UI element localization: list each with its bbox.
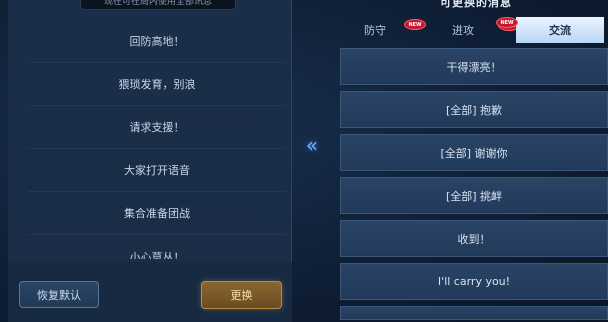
replaceable-message-item[interactable]: 干得漂亮！ bbox=[340, 48, 608, 85]
replace-button[interactable]: 更换 bbox=[201, 281, 282, 309]
replaceable-message-item[interactable]: I'll carry you! bbox=[340, 263, 608, 300]
replaceable-message-list: 干得漂亮！ [全部] 抱歉 [全部] 谢谢你 [全部] 挑衅 收到！ I'll … bbox=[340, 48, 608, 320]
tab-defense[interactable]: 防守 NEW bbox=[340, 17, 428, 43]
message-label: 请求支援！ bbox=[129, 121, 185, 134]
restore-default-button[interactable]: 恢复默认 bbox=[19, 281, 99, 308]
current-message-list: 回防高地！ 猥琐发育，别浪 请求支援！ 大家打开语音 集合准备团战 小心草丛！ bbox=[28, 20, 286, 259]
current-message-item[interactable]: 请求支援！ bbox=[28, 106, 286, 149]
category-tabs: 防守 NEW 进攻 NEW 交流 bbox=[340, 17, 608, 43]
tab-label: 防守 bbox=[364, 24, 386, 37]
tab-communication[interactable]: 交流 bbox=[516, 17, 604, 43]
replaceable-message-item[interactable]: 收到！ bbox=[340, 220, 608, 257]
current-message-item[interactable]: 大家打开语音 bbox=[28, 149, 286, 192]
message-label: 集合准备团战 bbox=[124, 207, 190, 220]
tooltip: 现在可在局内使用全部讯息 bbox=[80, 0, 236, 10]
panel-title: 可更换的消息 bbox=[440, 0, 512, 9]
message-label: 大家打开语音 bbox=[124, 164, 190, 177]
message-label: 收到！ bbox=[457, 232, 491, 246]
tab-label: 进攻 bbox=[452, 24, 474, 37]
current-message-item[interactable]: 猥琐发育，别浪 bbox=[28, 63, 286, 106]
current-message-item[interactable]: 集合准备团战 bbox=[28, 192, 286, 235]
current-messages-panel: 现在可在局内使用全部讯息 回防高地！ 猥琐发育，别浪 请求支援！ 大家打开语音 … bbox=[8, 0, 292, 322]
replaceable-messages-panel: 可更换的消息 防守 NEW 进攻 NEW 交流 NEW 干得漂亮！ [全部] 抱… bbox=[340, 0, 608, 322]
replaceable-message-item[interactable] bbox=[340, 306, 608, 320]
message-label: [全部] 谢谢你 bbox=[440, 146, 508, 160]
message-label: 干得漂亮！ bbox=[446, 60, 502, 74]
new-badge: NEW bbox=[404, 19, 426, 30]
message-label: 回防高地！ bbox=[129, 35, 185, 48]
replaceable-message-item[interactable]: [全部] 挑衅 bbox=[340, 177, 608, 214]
current-message-item[interactable]: 回防高地！ bbox=[28, 20, 286, 63]
message-label: 猥琐发育，别浪 bbox=[118, 78, 196, 91]
double-left-arrow-icon[interactable]: « bbox=[296, 134, 328, 156]
message-label: 小心草丛！ bbox=[129, 251, 185, 259]
replaceable-message-item[interactable]: [全部] 谢谢你 bbox=[340, 134, 608, 171]
current-message-item[interactable]: 小心草丛！ bbox=[28, 235, 286, 259]
message-label: [全部] 挑衅 bbox=[445, 189, 503, 203]
tab-label: 交流 bbox=[549, 24, 571, 37]
replaceable-message-item[interactable]: [全部] 抱歉 bbox=[340, 91, 608, 128]
message-label: I'll carry you! bbox=[437, 275, 511, 288]
message-label: [全部] 抱歉 bbox=[445, 103, 503, 117]
new-badge: NEW bbox=[496, 17, 518, 28]
